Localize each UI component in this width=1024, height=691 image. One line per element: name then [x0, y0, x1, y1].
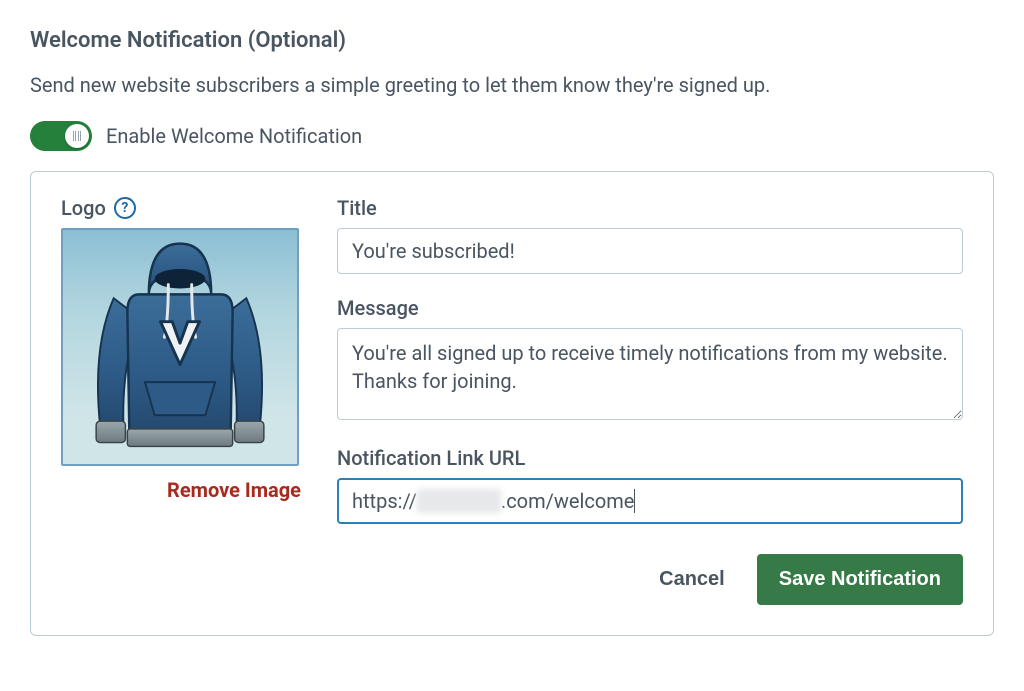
url-obscured-segment: ____ — [417, 489, 501, 513]
message-field-group: Message — [337, 296, 963, 424]
section-title: Welcome Notification (Optional) — [30, 28, 994, 53]
url-prefix: https:// — [352, 489, 417, 513]
enable-toggle-label: Enable Welcome Notification — [106, 124, 362, 148]
hoodie-icon — [63, 230, 297, 464]
remove-image-link[interactable]: Remove Image — [61, 478, 301, 502]
message-input[interactable] — [337, 328, 963, 420]
logo-label: Logo — [61, 196, 106, 220]
message-label: Message — [337, 296, 963, 320]
button-row: Cancel Save Notification — [337, 554, 963, 605]
toggle-row: Enable Welcome Notification — [30, 121, 994, 151]
save-button[interactable]: Save Notification — [757, 554, 963, 605]
url-suffix: .com/welcome — [501, 489, 635, 513]
title-label: Title — [337, 196, 963, 220]
title-field-group: Title — [337, 196, 963, 274]
url-label: Notification Link URL — [337, 446, 963, 470]
fields-column: Title Message Notification Link URL http… — [337, 196, 963, 605]
enable-toggle[interactable] — [30, 121, 92, 151]
logo-column: Logo ? — [61, 196, 301, 605]
url-field-group: Notification Link URL https://____.com/w… — [337, 446, 963, 524]
help-icon[interactable]: ? — [114, 197, 136, 219]
settings-panel: Logo ? — [30, 171, 994, 636]
toggle-knob — [65, 124, 89, 148]
title-input[interactable] — [337, 228, 963, 274]
url-input[interactable]: https://____.com/welcome — [337, 478, 963, 524]
section-description: Send new website subscribers a simple gr… — [30, 71, 994, 99]
logo-image[interactable] — [61, 228, 299, 466]
cancel-button[interactable]: Cancel — [653, 556, 731, 603]
